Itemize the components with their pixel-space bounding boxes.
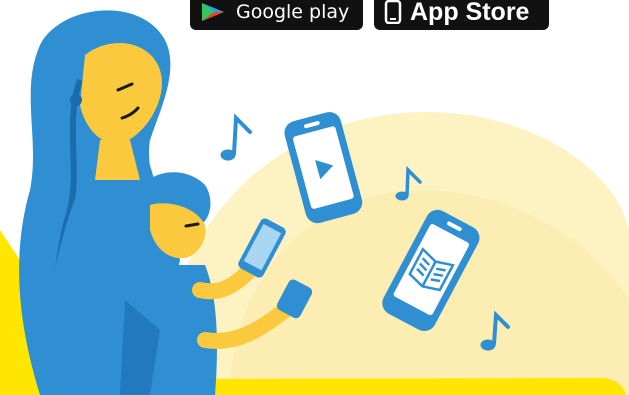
- mother-earring: [70, 94, 82, 106]
- app-store-badge[interactable]: App Store: [374, 0, 549, 30]
- app-store-label: App Store: [410, 0, 530, 26]
- music-note-icon: [220, 113, 252, 161]
- boy-eye: [184, 222, 200, 228]
- play-triangle-icon: [202, 3, 224, 21]
- family-app-illustration: [0, 10, 629, 395]
- phone-icon: [384, 0, 402, 24]
- google-play-badge[interactable]: Google play: [190, 0, 363, 30]
- google-play-label: Google play: [236, 0, 350, 23]
